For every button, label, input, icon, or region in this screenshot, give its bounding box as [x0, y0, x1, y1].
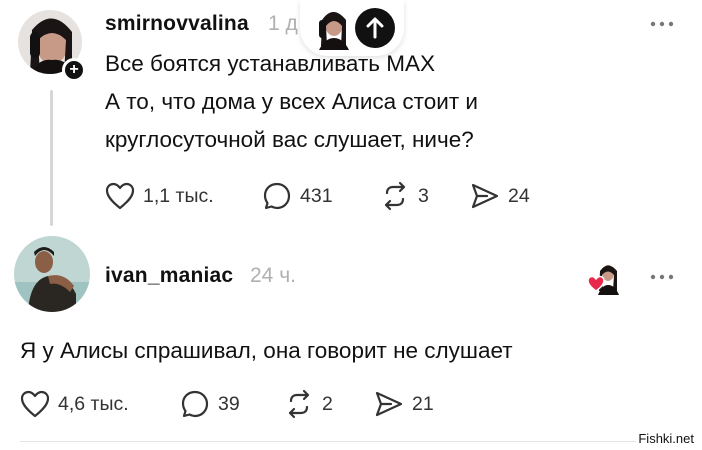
avatar[interactable] [14, 236, 90, 312]
arrow-up-icon [366, 17, 384, 39]
comment-button[interactable]: 431 [262, 180, 333, 212]
post-username[interactable]: smirnovvalina [105, 12, 249, 36]
like-count: 4,6 тыс. [58, 392, 129, 415]
comment-bubble-icon [263, 182, 291, 210]
repost-button[interactable]: 3 [380, 180, 429, 212]
share-button[interactable]: 24 [470, 180, 530, 212]
liked-by-author-indicator [587, 261, 622, 295]
post-timestamp: 24 ч. [250, 264, 296, 287]
send-icon [471, 183, 499, 209]
post-username[interactable]: ivan_maniac [105, 264, 233, 288]
post-text-line: Все боятся устанавливать MAX [105, 51, 435, 76]
comment-bubble-icon [181, 390, 209, 418]
comment-count: 431 [300, 184, 333, 207]
heart-icon [105, 182, 135, 210]
repost-count: 3 [418, 184, 429, 207]
comment-button[interactable]: 39 [180, 388, 240, 420]
more-dots-icon[interactable] [650, 21, 674, 27]
like-button[interactable]: 4,6 тыс. [20, 388, 129, 420]
follow-plus-icon[interactable]: + [62, 58, 86, 82]
repost-icon [288, 389, 310, 419]
watermark-text: Fishki.net [636, 431, 696, 446]
post-text-line: А то, что дома у всех Алиса стоит и [105, 89, 478, 114]
post-text: Я у Алисы спрашивал, она говорит не слуш… [20, 338, 513, 363]
comment-count: 39 [218, 392, 240, 415]
like-button[interactable]: 1,1 тыс. [105, 180, 214, 212]
post-text-line: круглосуточной вас слушает, ниче? [105, 127, 474, 152]
heart-icon [20, 390, 50, 418]
mini-avatar[interactable] [313, 6, 353, 50]
share-count: 24 [508, 184, 530, 207]
share-button[interactable]: 21 [374, 388, 434, 420]
send-icon [375, 391, 403, 417]
thread-line [50, 90, 53, 226]
repost-count: 2 [322, 392, 333, 415]
share-count: 21 [412, 392, 434, 415]
like-count: 1,1 тыс. [143, 184, 214, 207]
repost-button[interactable]: 2 [284, 388, 333, 420]
divider [20, 441, 696, 442]
post-timestamp: 1 д [268, 12, 298, 35]
scroll-up-button[interactable] [355, 8, 395, 48]
repost-icon [384, 181, 406, 211]
more-dots-icon[interactable] [650, 274, 674, 280]
